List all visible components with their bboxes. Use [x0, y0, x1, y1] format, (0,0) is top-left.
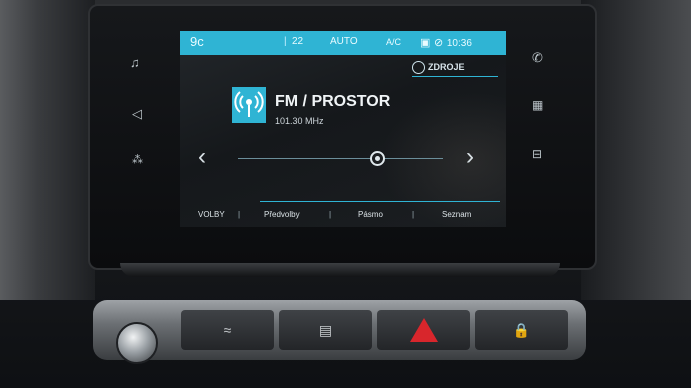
windshield-defrost-button[interactable]: ≈: [181, 310, 274, 350]
hazard-icon: [410, 318, 438, 342]
temp-right[interactable]: 22: [292, 36, 303, 47]
separator: |: [284, 36, 287, 47]
apps-icon[interactable]: ⁂: [132, 154, 143, 167]
volume-knob[interactable]: [116, 322, 158, 364]
touchscreen: 9c | 22 AUTO A/C ▣ ⊘ 10:36 ZDROJE FM / P…: [180, 31, 506, 227]
tab-predvolby[interactable]: Předvolby: [264, 210, 300, 219]
radio-station-icon: [232, 87, 266, 123]
tuner-slider-track[interactable]: [238, 158, 443, 159]
status-bar: 9c | 22 AUTO A/C ▣ ⊘ 10:36: [180, 31, 506, 55]
chevron-left-icon[interactable]: ‹: [198, 145, 206, 169]
tab-separator: |: [238, 210, 241, 219]
car-icon[interactable]: ⊟: [532, 148, 542, 161]
ac-label[interactable]: A/C: [386, 37, 401, 47]
tab-pasmo[interactable]: Pásmo: [358, 210, 383, 219]
tab-seznam[interactable]: Seznam: [442, 210, 471, 219]
rear-defrost-button[interactable]: ▤: [279, 310, 372, 350]
hazard-button[interactable]: [377, 310, 470, 350]
bottom-tabs: VOLBY | Předvolby | Pásmo | Seznam: [180, 207, 506, 227]
screen-lower-lip: [120, 263, 560, 277]
center-console: ≈ ▤ 🔒: [93, 300, 586, 360]
lock-button[interactable]: 🔒: [475, 310, 568, 350]
tab-volby[interactable]: VOLBY: [198, 210, 225, 219]
clock: ▣ ⊘ 10:36: [420, 34, 472, 49]
tab-divider: [260, 201, 500, 202]
radio-wave-icon: [412, 61, 425, 74]
chevron-right-icon[interactable]: ›: [466, 145, 474, 169]
tab-separator: |: [329, 210, 332, 219]
dashboard-right-panel: [581, 0, 691, 300]
dashboard-left-panel: [0, 0, 95, 300]
station-name: FM / PROSTOR: [275, 93, 391, 110]
phone-icon[interactable]: ✆: [532, 51, 543, 64]
auto-label[interactable]: AUTO: [330, 36, 358, 47]
sources-label: ZDROJE: [428, 61, 465, 72]
station-frequency: 101.30 MHz: [275, 116, 324, 126]
clock-icon: ⊘: [434, 37, 444, 49]
apps-grid-icon[interactable]: ▦: [532, 99, 543, 112]
tuner-slider-knob[interactable]: [369, 151, 385, 166]
clock-time: 10:36: [446, 38, 472, 49]
media-icon: ▣: [420, 37, 431, 49]
sources-button[interactable]: ZDROJE: [412, 61, 498, 77]
navigation-icon[interactable]: ◁: [132, 107, 142, 120]
temp-left[interactable]: 9c: [190, 34, 204, 49]
music-icon[interactable]: ♫: [130, 56, 140, 69]
tab-separator: |: [412, 210, 415, 219]
